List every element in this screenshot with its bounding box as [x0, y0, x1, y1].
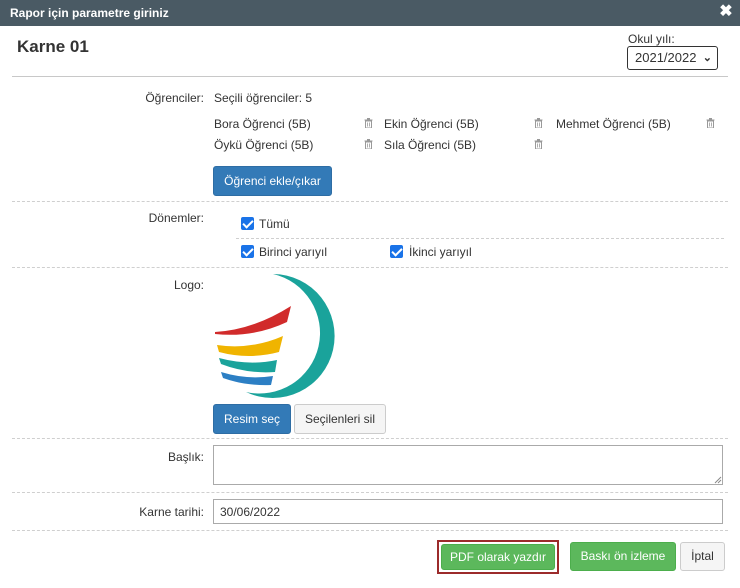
- trash-icon[interactable]: [534, 118, 543, 128]
- period-second-label: İkinci yarıyıl: [409, 245, 472, 259]
- trash-icon[interactable]: [706, 118, 715, 128]
- section-divider: [12, 492, 728, 493]
- report-parameters-dialog: Rapor için parametre giriniz ✖ Karne 01 …: [0, 0, 740, 588]
- section-divider: [12, 267, 728, 268]
- section-divider: [12, 201, 728, 202]
- period-all-label: Tümü: [259, 217, 290, 231]
- trash-icon[interactable]: [364, 139, 373, 149]
- report-date-label: Karne tarihi:: [139, 505, 204, 519]
- selected-students-count: Seçili öğrenciler: 5: [214, 91, 313, 105]
- section-divider: [12, 530, 728, 531]
- dialog-title: Rapor için parametre giriniz: [10, 6, 169, 20]
- chevron-down-icon: ⌄: [702, 52, 712, 64]
- school-year-label: Okul yılı:: [628, 32, 675, 46]
- print-pdf-button[interactable]: PDF olarak yazdır: [441, 544, 555, 570]
- student-item-name: Bora Öğrenci (5B): [214, 117, 311, 131]
- page-title: Karne 01: [17, 37, 89, 56]
- period-divider: [236, 238, 724, 239]
- print-preview-button[interactable]: Baskı ön izleme: [570, 542, 676, 571]
- student-item-name: Sıla Öğrenci (5B): [384, 138, 477, 152]
- school-year-select[interactable]: 2021/2022 ⌄: [627, 46, 718, 70]
- student-item-name: Öykü Öğrenci (5B): [214, 138, 314, 152]
- resize-handle-icon[interactable]: [714, 476, 722, 484]
- section-divider: [12, 438, 728, 439]
- select-image-button[interactable]: Resim seç: [213, 404, 291, 434]
- period-first-label: Birinci yarıyıl: [259, 245, 328, 259]
- header-divider: [12, 76, 728, 77]
- periods-label: Dönemler:: [148, 211, 204, 225]
- edit-students-button[interactable]: Öğrenci ekle/çıkar: [213, 166, 332, 196]
- title-textarea[interactable]: [213, 445, 723, 485]
- student-item-name: Mehmet Öğrenci (5B): [556, 117, 671, 131]
- report-date-input[interactable]: [213, 499, 723, 524]
- title-label: Başlık:: [167, 450, 204, 464]
- school-logo-image: [215, 274, 335, 398]
- trash-icon[interactable]: [364, 118, 373, 128]
- student-item-name: Ekin Öğrenci (5B): [384, 117, 479, 131]
- school-year-value: 2021/2022: [635, 50, 697, 65]
- dialog-titlebar: Rapor için parametre giriniz ✖: [0, 0, 740, 26]
- trash-icon[interactable]: [534, 139, 543, 149]
- close-icon[interactable]: ✖: [718, 4, 734, 20]
- logo-label: Logo:: [173, 278, 204, 292]
- period-second-checkbox[interactable]: [390, 245, 403, 258]
- clear-selected-button[interactable]: Seçilenleri sil: [294, 404, 386, 434]
- cancel-button[interactable]: İptal: [680, 542, 725, 571]
- period-first-checkbox[interactable]: [241, 245, 254, 258]
- students-label: Öğrenciler:: [145, 91, 204, 105]
- period-all-checkbox[interactable]: [241, 217, 254, 230]
